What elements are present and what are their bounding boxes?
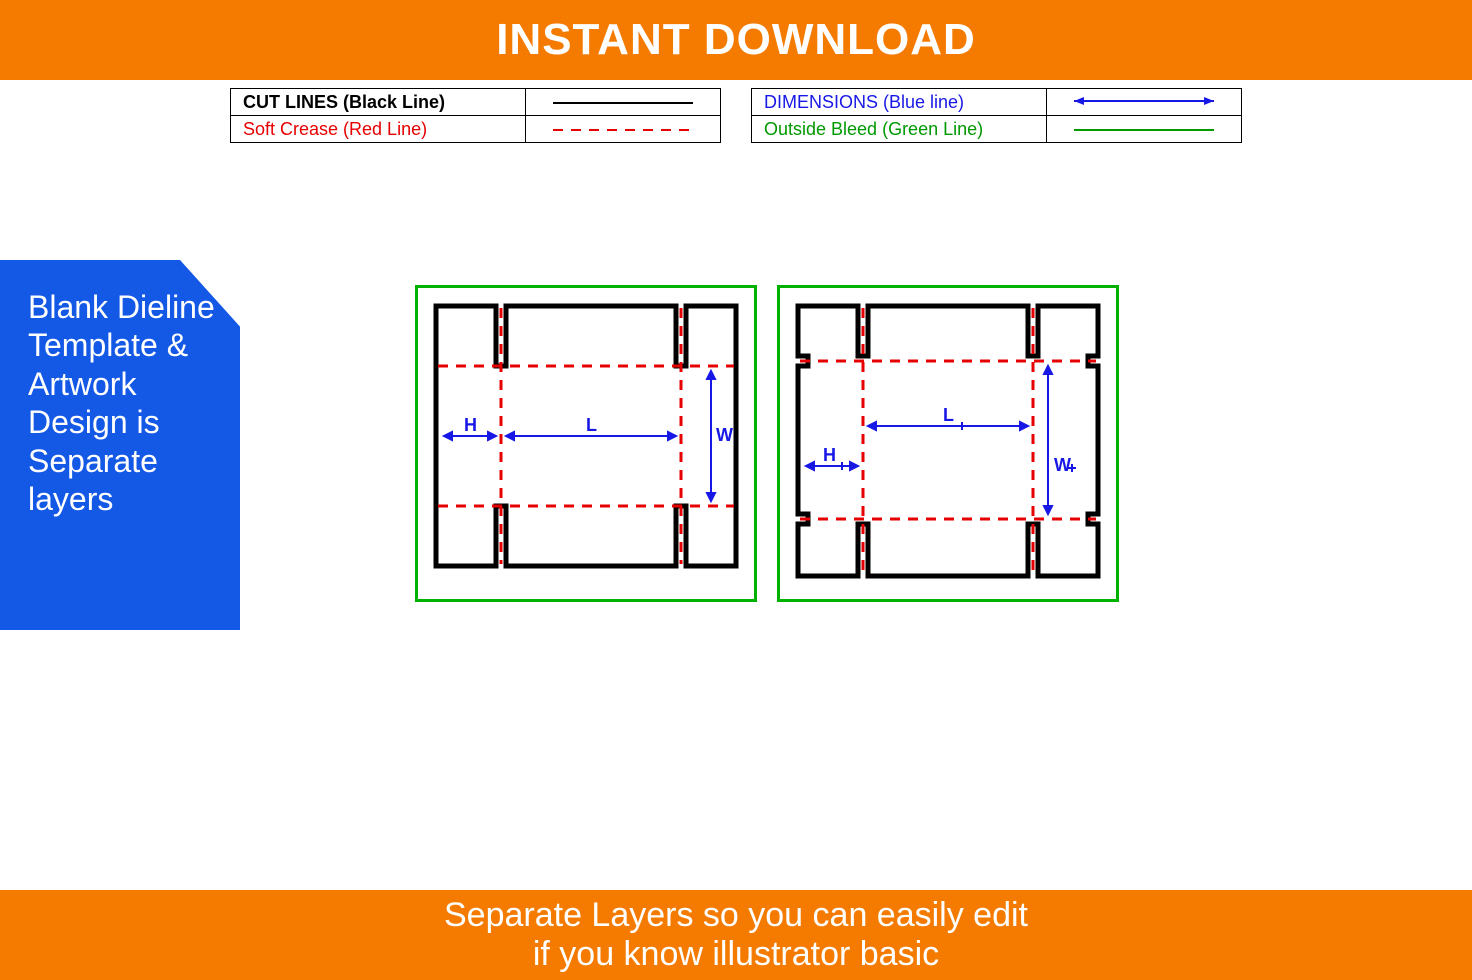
dim-L2-label: L bbox=[943, 405, 954, 425]
dieline-1-svg: H L W bbox=[426, 296, 746, 576]
diagrams-container: H L W bbox=[415, 285, 1119, 602]
legend-bleed-label: Outside Bleed (Green Line) bbox=[752, 116, 1047, 143]
diagram-2: L H W bbox=[777, 285, 1119, 602]
dim-W2-label: W bbox=[1054, 455, 1071, 475]
legend-bleed-sample bbox=[1047, 116, 1242, 143]
bleed-line-sample-icon bbox=[1069, 125, 1219, 135]
diagram-1: H L W bbox=[415, 285, 757, 602]
legend-dim-sample bbox=[1047, 89, 1242, 116]
dim-W-label: W bbox=[716, 425, 733, 445]
footer-line-1: Separate Layers so you can easily edit bbox=[444, 896, 1028, 935]
cut-line-sample-icon bbox=[548, 98, 698, 108]
legend-left-table: CUT LINES (Black Line) Soft Crease (Red … bbox=[230, 88, 721, 143]
legend-crease-label: Soft Crease (Red Line) bbox=[231, 116, 526, 143]
crease-line-sample-icon bbox=[548, 125, 698, 135]
legend-cut-label: CUT LINES (Black Line) bbox=[231, 89, 526, 116]
legend-cut-sample bbox=[526, 89, 721, 116]
dimension-arrow-sample-icon bbox=[1069, 94, 1219, 108]
dim-H2-label: H bbox=[823, 445, 836, 465]
dieline-2-svg: L H W bbox=[788, 296, 1108, 586]
legend-dim-label: DIMENSIONS (Blue line) bbox=[752, 89, 1047, 116]
dim-H-label: H bbox=[464, 415, 477, 435]
footer-line-2: if you know illustrator basic bbox=[444, 935, 1028, 974]
legend-crease-sample bbox=[526, 116, 721, 143]
footer-banner: Separate Layers so you can easily edit i… bbox=[0, 890, 1472, 980]
legend-row: CUT LINES (Black Line) Soft Crease (Red … bbox=[0, 88, 1472, 143]
legend-right-table: DIMENSIONS (Blue line) Outside Bleed (Gr… bbox=[751, 88, 1242, 143]
side-banner: Blank Dieline Template & Artwork Design … bbox=[0, 260, 240, 630]
top-banner: INSTANT DOWNLOAD bbox=[0, 0, 1472, 80]
dim-L-label: L bbox=[586, 415, 597, 435]
